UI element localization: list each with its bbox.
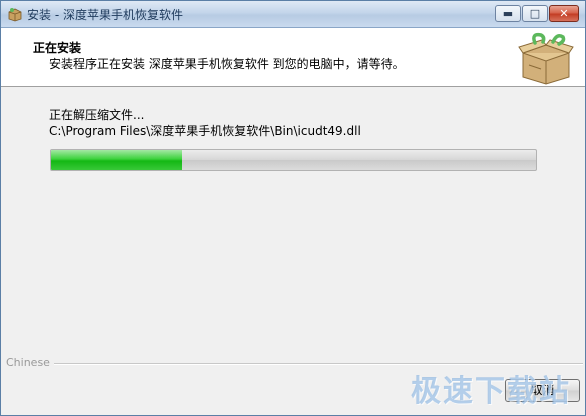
close-icon: ✕ bbox=[559, 7, 569, 20]
header-panel: 正在安装 安装程序正在安装 深度苹果手机恢复软件 到您的电脑中，请等待。 bbox=[1, 28, 585, 87]
maximize-button[interactable]: □ bbox=[522, 5, 548, 22]
installer-window: 安装 - 深度苹果手机恢复软件 ▬ □ ✕ 正在安装 安装程序正在安装 深度苹果… bbox=[0, 0, 586, 416]
page-subtitle: 安装程序正在安装 深度苹果手机恢复软件 到您的电脑中，请等待。 bbox=[49, 57, 405, 71]
cancel-button[interactable]: 取消 bbox=[505, 379, 580, 402]
maximize-icon: □ bbox=[529, 7, 541, 20]
install-progress-bar bbox=[50, 149, 537, 171]
package-box-icon bbox=[517, 31, 575, 85]
title-bar[interactable]: 安装 - 深度苹果手机恢复软件 ▬ □ ✕ bbox=[1, 1, 585, 28]
window-title: 安装 - 深度苹果手机恢复软件 bbox=[27, 8, 183, 22]
current-file-path: C:\Program Files\深度苹果手机恢复软件\Bin\icudt49.… bbox=[49, 124, 361, 138]
app-icon bbox=[7, 6, 23, 22]
minimize-icon: ▬ bbox=[502, 7, 514, 20]
status-text: 正在解压缩文件... bbox=[49, 108, 145, 122]
minimize-button[interactable]: ▬ bbox=[495, 5, 521, 22]
progress-fill bbox=[51, 150, 182, 170]
close-button[interactable]: ✕ bbox=[549, 5, 579, 22]
footer-divider bbox=[53, 363, 583, 365]
page-title: 正在安装 bbox=[33, 41, 82, 55]
installer-brand-label: Chinese bbox=[6, 356, 54, 369]
